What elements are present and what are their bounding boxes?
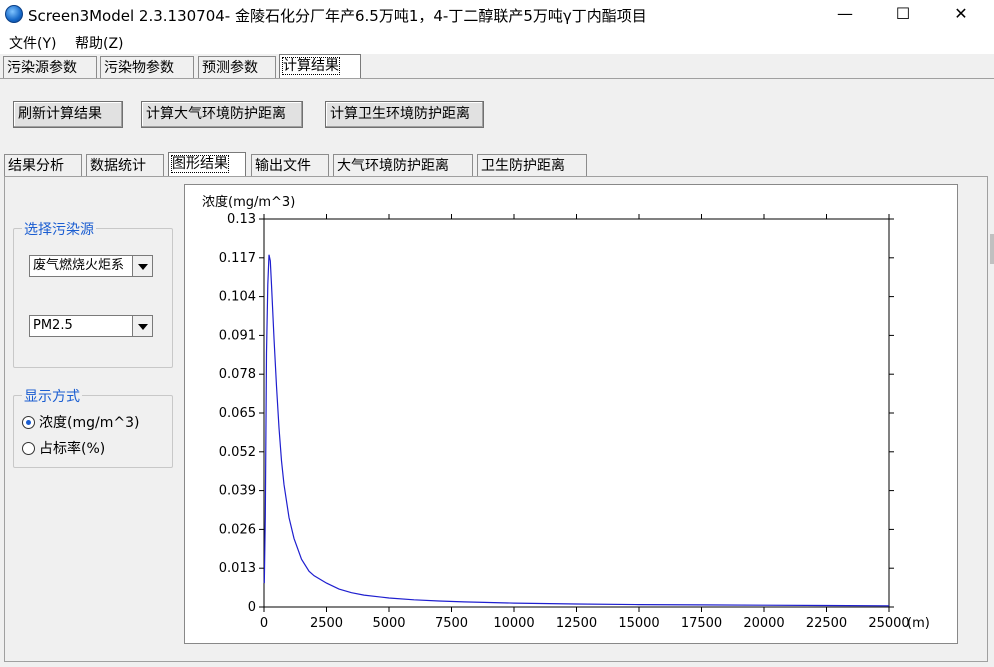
source-select[interactable]: 废气燃烧火炬系 xyxy=(29,255,153,277)
tab-health-protection-distance[interactable]: 卫生防护距离 xyxy=(477,154,587,176)
title-bar: Screen3Model 2.3.130704- 金陵石化分厂年产6.5万吨1，… xyxy=(0,0,994,30)
y-tick-label: 0.026 xyxy=(219,522,256,537)
y-tick-label: 0.13 xyxy=(227,212,256,227)
radio-unchecked-icon[interactable] xyxy=(22,442,35,455)
tab-source-params[interactable]: 污染源参数 xyxy=(3,56,97,78)
x-tick-label: 5000 xyxy=(372,616,405,631)
radio-concentration[interactable]: 浓度(mg/m^3) xyxy=(22,412,139,432)
radio-concentration-label: 浓度(mg/m^3) xyxy=(39,415,140,431)
chevron-down-icon[interactable] xyxy=(132,256,152,276)
menu-file[interactable]: 文件(Y) xyxy=(9,33,56,53)
tab-air-protection-distance[interactable]: 大气环境防护距离 xyxy=(333,154,473,176)
y-tick-label: 0.078 xyxy=(219,367,256,382)
x-tick-label: 10000 xyxy=(493,616,534,631)
tab-label: 输出文件 xyxy=(255,158,311,174)
tab-label: 预测参数 xyxy=(202,60,258,76)
tab-graph-results[interactable]: 图形结果 xyxy=(168,152,246,177)
main-tab-strip: 污染源参数 污染物参数 预测参数 计算结果 xyxy=(0,54,994,80)
tab-label: 卫生防护距离 xyxy=(481,158,565,174)
tab-label: 计算结果 xyxy=(282,57,340,75)
maximize-button[interactable]: ☐ xyxy=(880,0,926,30)
y-tick-label: 0.065 xyxy=(219,406,256,421)
source-groupbox: 选择污染源 废气燃烧火炬系 PM2.5 xyxy=(13,219,173,368)
tab-label: 数据统计 xyxy=(90,158,146,174)
x-tick-label: 15000 xyxy=(618,616,659,631)
pollutant-select[interactable]: PM2.5 xyxy=(29,315,153,337)
radio-ratio-label: 占标率(%) xyxy=(39,441,106,457)
x-tick-label: 2500 xyxy=(310,616,343,631)
y-tick-label: 0 xyxy=(248,600,256,615)
display-mode-label: 显示方式 xyxy=(22,386,82,406)
tab-pollutant-params[interactable]: 污染物参数 xyxy=(100,56,194,78)
radio-checked-icon[interactable] xyxy=(22,416,35,429)
radio-ratio[interactable]: 占标率(%) xyxy=(22,438,105,458)
y-tick-label: 0.117 xyxy=(219,251,256,266)
close-button[interactable]: ✕ xyxy=(938,0,984,30)
y-tick-label: 0.013 xyxy=(219,561,256,576)
x-tick-label: 17500 xyxy=(681,616,722,631)
tab-data-stats[interactable]: 数据统计 xyxy=(86,154,164,176)
tab-results[interactable]: 计算结果 xyxy=(279,54,361,79)
plot-frame xyxy=(263,218,890,608)
chevron-down-icon[interactable] xyxy=(132,316,152,336)
scrollbar-stub[interactable] xyxy=(990,234,994,264)
chart-svg: 0 0.013 0.026 0.039 0.052 0.065 0.078 0.091 0.10… xyxy=(202,194,930,631)
tab-output-file[interactable]: 输出文件 xyxy=(251,154,329,176)
pollutant-select-value: PM2.5 xyxy=(33,318,73,333)
menu-bar: 文件(Y) 帮助(Z) xyxy=(0,30,994,54)
menu-help[interactable]: 帮助(Z) xyxy=(75,33,124,53)
refresh-results-button[interactable]: 刷新计算结果 xyxy=(13,101,123,128)
app-icon xyxy=(5,5,23,23)
y-axis-label: 浓度(mg/m^3) xyxy=(202,194,295,210)
x-tick-label: 7500 xyxy=(435,616,468,631)
x-tick-label: 20000 xyxy=(743,616,784,631)
x-tick-label: 25000 xyxy=(868,616,909,631)
tab-label: 污染物参数 xyxy=(104,60,174,76)
sub-tab-strip: 结果分析 数据统计 图形结果 输出文件 大气环境防护距离 卫生防护距离 xyxy=(0,152,994,178)
series-line xyxy=(263,254,890,607)
source-select-value: 废气燃烧火炬系 xyxy=(33,258,125,273)
x-axis-label: (m) xyxy=(907,616,930,631)
tab-label: 污染源参数 xyxy=(7,60,77,76)
y-tick-label: 0.039 xyxy=(219,484,256,499)
tab-forecast-params[interactable]: 预测参数 xyxy=(198,56,276,78)
calc-health-distance-button[interactable]: 计算卫生环境防护距离 xyxy=(325,101,484,128)
tab-label: 图形结果 xyxy=(171,155,229,173)
display-mode-groupbox: 显示方式 浓度(mg/m^3) 占标率(%) xyxy=(13,386,173,468)
y-tick-label: 0.052 xyxy=(219,445,256,460)
tab-result-analysis[interactable]: 结果分析 xyxy=(4,154,82,176)
x-tick-label: 0 xyxy=(260,616,268,631)
source-group-label: 选择污染源 xyxy=(22,219,96,239)
y-tick-label: 0.091 xyxy=(219,328,256,343)
y-tick-label: 0.104 xyxy=(219,290,256,305)
calc-air-distance-button[interactable]: 计算大气环境防护距离 xyxy=(141,101,303,128)
x-tick-label: 12500 xyxy=(556,616,597,631)
concentration-chart: 0 0.013 0.026 0.039 0.052 0.065 0.078 0.091 0.10… xyxy=(184,184,958,644)
x-tick-label: 22500 xyxy=(806,616,847,631)
window-title: Screen3Model 2.3.130704- 金陵石化分厂年产6.5万吨1，… xyxy=(28,7,647,25)
tab-label: 大气环境防护距离 xyxy=(337,158,449,174)
minimize-button[interactable]: — xyxy=(822,0,868,30)
tab-label: 结果分析 xyxy=(8,158,64,174)
